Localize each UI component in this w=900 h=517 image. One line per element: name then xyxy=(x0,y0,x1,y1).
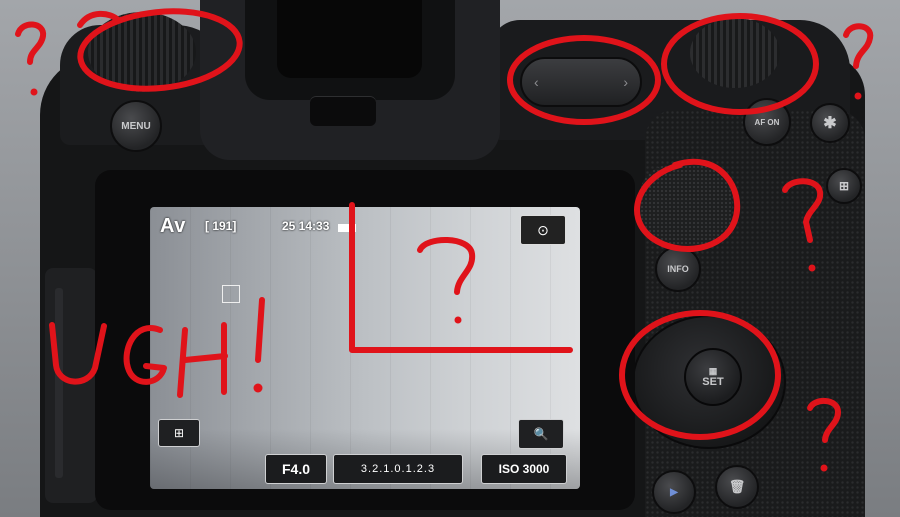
letter-u xyxy=(49,322,107,385)
letter-g xyxy=(123,325,167,385)
circle-set-dial xyxy=(619,310,781,440)
q-bottom-right xyxy=(807,398,841,443)
circle-main-dial xyxy=(661,13,819,115)
q-top-right xyxy=(843,23,874,69)
red-annotations xyxy=(15,8,874,472)
dot-exclaim xyxy=(253,383,263,393)
exclaim-stroke xyxy=(255,297,265,363)
q-screen xyxy=(417,236,476,295)
circle-mfn-bar xyxy=(507,35,661,125)
q-top-left xyxy=(15,21,46,65)
circle-mode-dial xyxy=(77,8,243,92)
dot-q-bottom-right xyxy=(820,464,828,472)
circle-thumb-rest xyxy=(634,158,741,252)
dot-q-grip xyxy=(808,264,816,272)
camera-back-photo: MENU ‹ › AF ON ✱ ⊞ INFO ▦ SET ▶ 🗑 Av [ 1… xyxy=(0,0,900,517)
dot-q-top-right xyxy=(854,92,862,100)
dot-q-top-left xyxy=(30,88,38,96)
dot-q-screen xyxy=(454,316,462,324)
q-grip xyxy=(782,178,824,243)
letter-h xyxy=(177,322,228,398)
